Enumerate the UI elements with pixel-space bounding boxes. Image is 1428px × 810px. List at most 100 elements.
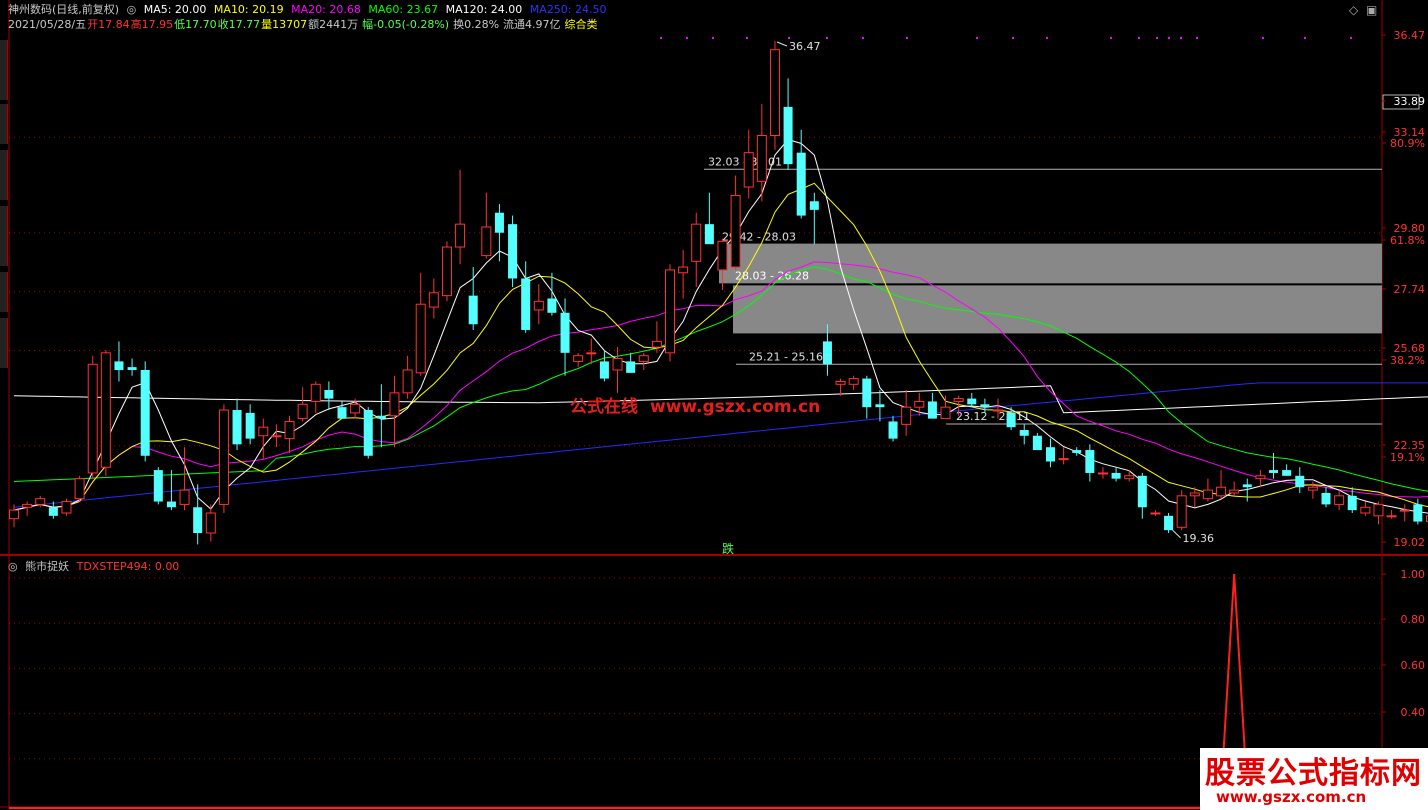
candle-body-down xyxy=(875,404,885,408)
sub-tick-label: 1.00 xyxy=(1401,568,1426,581)
candle-body-up xyxy=(218,409,229,505)
candle-body-up xyxy=(1307,486,1318,491)
candle-body-down xyxy=(114,361,124,370)
side-tab-5[interactable] xyxy=(0,272,8,312)
ma250-label: MA250: 24.50 xyxy=(529,3,607,16)
sub-pane-header: ◎ 熊市捉妖 TDXSTEP494: 0.00 xyxy=(8,560,183,573)
side-tab-3[interactable] xyxy=(0,150,8,200)
side-tab-6[interactable] xyxy=(0,318,8,368)
candle-body-down xyxy=(1111,472,1121,479)
candle-body-up xyxy=(1097,472,1108,475)
candle-body-up xyxy=(1255,475,1266,480)
ma20-label: MA20: 20.68 xyxy=(291,3,361,16)
signal-dot xyxy=(712,37,714,39)
candle-body-down xyxy=(796,152,806,216)
candle-body-up xyxy=(1176,495,1187,528)
low-value: 17.70 xyxy=(185,18,217,31)
side-tab-4[interactable] xyxy=(0,206,8,266)
open-value: 17.84 xyxy=(98,18,130,31)
signal-dot xyxy=(1350,37,1352,39)
candle-body-up xyxy=(901,406,912,425)
signal-dot xyxy=(1180,37,1182,39)
corner-logo-url: www.gszx.com.cn xyxy=(1216,788,1367,806)
signal-dot xyxy=(1196,37,1198,39)
signal-dot xyxy=(1156,37,1158,39)
candle-body-down xyxy=(888,421,898,439)
candle-body-up xyxy=(743,152,754,188)
signal-dot xyxy=(746,37,748,39)
signal-dot xyxy=(1110,37,1112,39)
sub-tick-label: 0.60 xyxy=(1401,659,1426,672)
candle-body-down xyxy=(967,398,977,405)
side-tab-1[interactable] xyxy=(0,40,8,100)
signal-dot xyxy=(686,37,688,39)
candle-body-up xyxy=(389,392,400,417)
candle-body-up xyxy=(651,340,662,348)
signal-dot xyxy=(1138,37,1140,39)
side-tab-2[interactable] xyxy=(0,104,8,144)
candle-body-down xyxy=(1085,450,1095,473)
open-label: 开 xyxy=(87,18,99,31)
signal-dot xyxy=(976,37,978,39)
low-label: 19.36 xyxy=(1183,532,1215,545)
candle-body-up xyxy=(1124,475,1135,480)
quote-info: 2021/05/28/五开17.84高17.95低17.70收17.77量137… xyxy=(8,18,602,31)
sub-toggle-icon[interactable]: ◎ xyxy=(8,560,18,573)
candle-body-up xyxy=(310,383,321,402)
signal-dot xyxy=(660,37,662,39)
ma120-label: MA120: 24.00 xyxy=(445,3,523,16)
diamond-icon[interactable]: ◇ xyxy=(1349,3,1358,17)
candle-body-down xyxy=(560,312,570,353)
candle-body-down xyxy=(193,507,203,533)
signal-dot xyxy=(862,37,864,39)
fib-zone-upper xyxy=(719,243,1382,284)
candle-body-down xyxy=(140,369,150,456)
candle-body-up xyxy=(691,223,702,262)
candle-body-up xyxy=(284,420,295,440)
signal-label: 跌 xyxy=(722,541,734,556)
signal-dot xyxy=(1012,37,1014,39)
candle-body-down xyxy=(1006,412,1016,428)
candle-body-up xyxy=(1150,512,1161,515)
sector-value[interactable]: 综合类 xyxy=(565,18,598,31)
ma-header: 神州数码(日线,前复权) ◎ MA5: 20.00 MA10: 20.19 MA… xyxy=(8,3,611,16)
sub-pane-title[interactable]: 熊市捉妖 xyxy=(25,560,69,573)
high-pointer xyxy=(776,41,788,47)
candle-body-up xyxy=(441,246,452,297)
scroll-up-icon[interactable]: ▣ xyxy=(1366,3,1377,17)
high-label: 36.47 xyxy=(789,40,821,53)
signal-dot xyxy=(788,37,790,39)
candle-body-up xyxy=(953,398,964,402)
candle-body-up xyxy=(428,292,439,308)
candle-body-down xyxy=(1282,470,1292,476)
candle-body-up xyxy=(993,409,1003,412)
candle-body-down xyxy=(547,298,557,313)
candle-body-down xyxy=(521,278,531,330)
candle-body-up xyxy=(1189,492,1200,497)
price-tick-label: 38.2% xyxy=(1390,354,1425,367)
chart-window[interactable]: 32.03 - 32.0129.42 - 28.0328.03 - 26.282… xyxy=(0,0,1428,810)
candle-body-up xyxy=(1202,489,1213,500)
candle-body-up xyxy=(573,355,584,362)
price-tick-label: 33.89 xyxy=(1394,95,1426,108)
candle-body-up xyxy=(455,223,466,248)
fib-zone-lower xyxy=(733,285,1382,334)
candle-body-down xyxy=(1032,435,1042,451)
watermark-en: www.gszx.com.cn xyxy=(650,397,821,417)
candle-body-down xyxy=(1347,495,1357,511)
ma-toggle-icon[interactable]: ◎ xyxy=(127,3,137,16)
stock-title[interactable]: 神州数码(日线,前复权) xyxy=(8,3,119,16)
candle-body-up xyxy=(1360,506,1371,514)
candle-body-up xyxy=(1229,489,1240,494)
amount-value: 额2441万 xyxy=(308,18,359,31)
candle-body-down xyxy=(980,404,990,408)
candle-body-down xyxy=(127,367,137,370)
candle-body-up xyxy=(717,240,728,271)
candle-body-up xyxy=(848,378,859,385)
price-tick-label: 19.02 xyxy=(1394,536,1426,549)
close-label: 收 xyxy=(217,18,229,31)
candle-body-down xyxy=(599,361,609,379)
high-value: 17.95 xyxy=(141,18,174,31)
candle-body-up xyxy=(769,49,780,137)
price-tick-label: 36.47 xyxy=(1394,29,1426,42)
